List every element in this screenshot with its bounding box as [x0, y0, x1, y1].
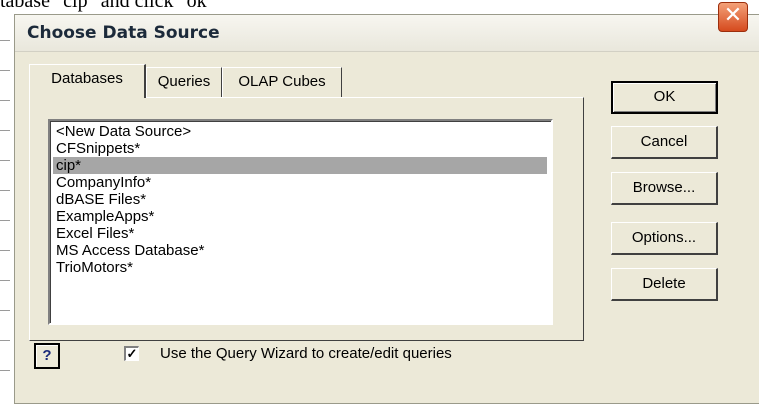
list-item-exampleapps[interactable]: ExampleApps*: [56, 208, 154, 225]
options-button[interactable]: Options...: [611, 222, 718, 255]
delete-button[interactable]: Delete: [611, 268, 718, 301]
tab-databases[interactable]: Databases: [29, 64, 146, 98]
query-wizard-checkbox[interactable]: ✓: [124, 346, 139, 361]
list-item-new-data-source[interactable]: <New Data Source>: [56, 123, 191, 140]
help-icon[interactable]: ?: [34, 343, 60, 369]
list-item-triomotors[interactable]: TrioMotors*: [56, 259, 133, 276]
ok-button[interactable]: OK: [611, 81, 718, 114]
list-item-companyinfo[interactable]: CompanyInfo*: [56, 174, 151, 191]
background-document-text: tabase "cip" and click "ok": [0, 0, 215, 12]
close-icon[interactable]: ✕: [718, 2, 748, 32]
list-item-cip[interactable]: cip*: [53, 157, 547, 174]
browse-button[interactable]: Browse...: [611, 172, 718, 205]
title-bar[interactable]: Choose Data Source: [15, 15, 759, 52]
list-item-ms-access-database[interactable]: MS Access Database*: [56, 242, 204, 259]
query-wizard-label[interactable]: Use the Query Wizard to create/edit quer…: [160, 345, 452, 362]
tab-olap-cubes[interactable]: OLAP Cubes: [222, 67, 342, 97]
dialog-title: Choose Data Source: [27, 23, 220, 43]
list-item-excel-files[interactable]: Excel Files*: [56, 225, 134, 242]
tab-queries[interactable]: Queries: [146, 67, 222, 97]
list-item-cfsnippets[interactable]: CFSnippets*: [56, 140, 140, 157]
data-source-list[interactable]: <New Data Source> CFSnippets* cip* Compa…: [48, 119, 553, 325]
list-item-dbase-files[interactable]: dBASE Files*: [56, 191, 146, 208]
cancel-button[interactable]: Cancel: [611, 126, 718, 159]
